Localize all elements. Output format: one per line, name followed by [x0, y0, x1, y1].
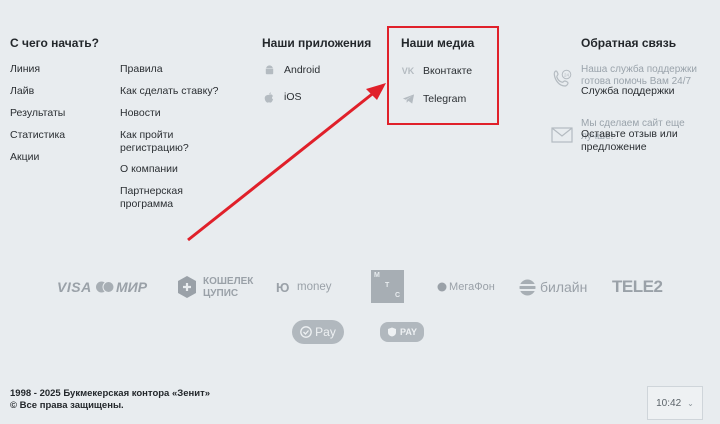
beeline-logo: билайн	[540, 279, 588, 295]
visa-logo: VISA	[57, 279, 92, 295]
google-pay-label: Pay	[315, 325, 336, 339]
vk-label: Вконтакте	[423, 65, 473, 77]
koshelek-icon	[178, 276, 196, 298]
mts-letter-m: М	[374, 272, 380, 279]
annotation-arrow	[187, 83, 386, 242]
link-about[interactable]: О компании	[120, 163, 178, 176]
google-pay-badge: Pay	[292, 320, 344, 344]
umoney-mark: Ю	[276, 280, 289, 295]
beeline-icon	[519, 279, 536, 296]
phone-support-icon: 24	[551, 68, 573, 90]
media-telegram-link[interactable]: Telegram	[401, 92, 466, 106]
telegram-label: Telegram	[423, 93, 467, 105]
media-title: Наши медиа	[401, 36, 475, 50]
apps-title: Наши приложения	[262, 36, 372, 50]
tele2-logo: TELE2	[612, 277, 663, 296]
link-live[interactable]: Лайв	[10, 85, 34, 98]
link-statistics[interactable]: Статистика	[10, 129, 65, 142]
link-promotions[interactable]: Акции	[10, 151, 39, 164]
check-circle-icon	[300, 326, 313, 338]
feedback-title: Обратная связь	[581, 36, 677, 50]
mts-letter-s: С	[395, 292, 401, 299]
chevron-down-icon: ⌄	[687, 398, 694, 408]
mastercard-logo	[96, 281, 115, 293]
start-title: С чего начать?	[10, 36, 99, 50]
telegram-icon	[401, 92, 415, 106]
samsung-pay-badge: PAY	[380, 322, 424, 342]
megafon-logo: МегаФон	[449, 281, 495, 293]
android-icon	[262, 63, 276, 77]
media-vk-link[interactable]: VK Вконтакте	[401, 64, 472, 78]
mail-icon	[551, 127, 573, 143]
vk-icon: VK	[401, 66, 415, 76]
samsung-pay-label: PAY	[399, 327, 417, 337]
megafon-icon	[437, 282, 447, 292]
koshelek-text-1: КОШЕЛЕК	[203, 276, 254, 287]
android-label: Android	[284, 64, 321, 76]
koshelek-text-2: ЦУПИС	[203, 288, 239, 299]
link-news[interactable]: Новости	[120, 107, 161, 120]
link-line[interactable]: Линия	[10, 63, 40, 76]
support-link[interactable]: Служба поддержки	[581, 85, 674, 98]
time-value: 10:42	[656, 397, 682, 409]
mir-logo: МИР	[116, 279, 148, 295]
link-results[interactable]: Результаты	[10, 107, 65, 120]
copyright-line-2: © Все права защищены.	[10, 400, 124, 411]
umoney-logo: money	[297, 281, 332, 293]
shield-icon	[387, 327, 396, 337]
svg-text:24: 24	[564, 72, 570, 77]
app-android-link[interactable]: Android	[262, 63, 320, 77]
copyright-line-1: 1998 - 2025 Букмекерская контора «Зенит»	[10, 388, 211, 399]
mts-letter-t: Т	[385, 282, 390, 289]
mts-logo: М Т С	[371, 270, 404, 303]
link-rules[interactable]: Правила	[120, 63, 163, 76]
time-selector[interactable]: 10:42 ⌄	[647, 386, 703, 420]
improve-link[interactable]: Оставьте отзыв или предложение	[581, 128, 691, 154]
